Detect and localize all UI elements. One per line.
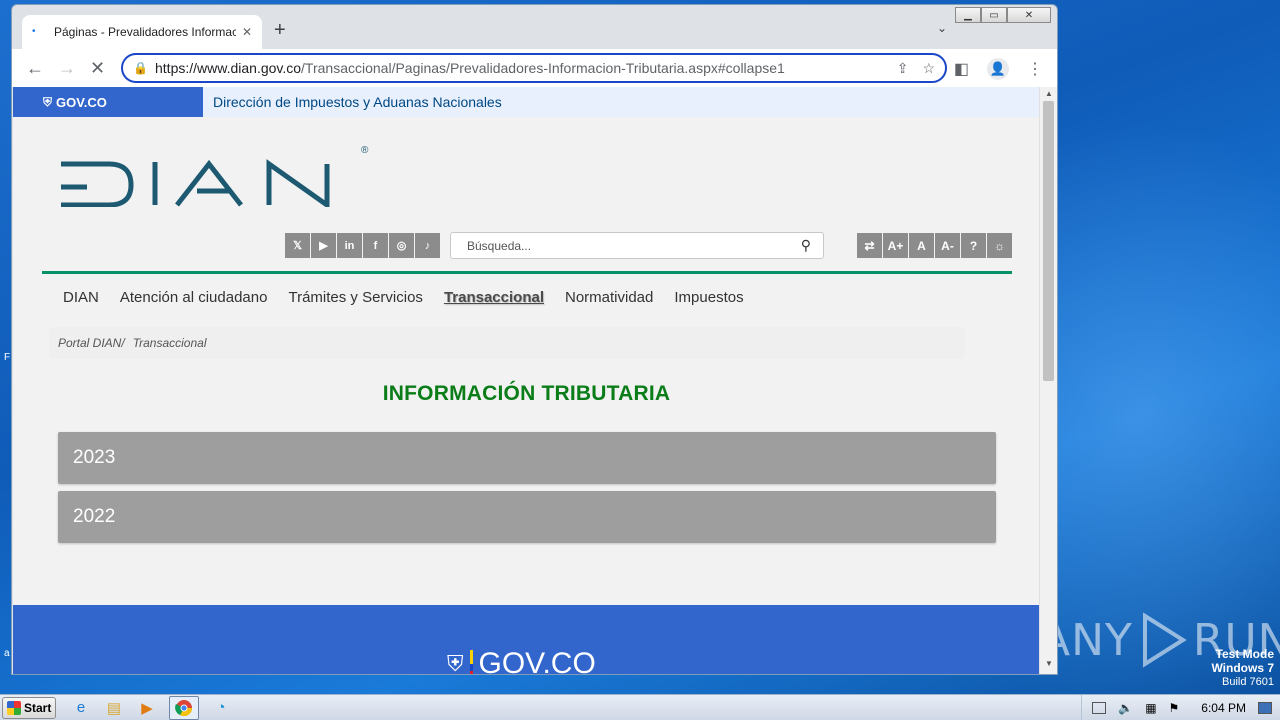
breadcrumb-portal[interactable]: Portal DIAN/ [58, 336, 125, 350]
nav-item-dian[interactable]: DIAN [63, 289, 99, 306]
font-decrease-button[interactable]: A- [935, 233, 960, 258]
desktop-icon-fragment: F [4, 352, 11, 363]
test-mode-line: Test Mode [1215, 647, 1274, 661]
instagram-icon[interactable]: ◎ [389, 233, 414, 258]
x-twitter-icon[interactable]: 𝕏 [285, 233, 310, 258]
nav-item-transaccional[interactable]: Transaccional [444, 289, 544, 306]
scroll-thumb[interactable] [1043, 101, 1054, 381]
footer: ⛨ GOV.CO [13, 605, 1040, 675]
lock-icon[interactable]: 🔒 [133, 61, 148, 75]
nav-item-atencion[interactable]: Atención al ciudadano [120, 289, 268, 306]
taskbar-pinned: e ▤ ▶ ◔ [70, 695, 232, 720]
footer-gov-logo[interactable]: ⛨ GOV.CO [447, 647, 596, 675]
facebook-icon[interactable]: f [363, 233, 388, 258]
media-player-icon[interactable]: ▶ [136, 697, 158, 719]
windows-logo-icon [7, 700, 21, 715]
gov-co-logo[interactable]: ⛨ GOV.CO [13, 87, 203, 117]
action-center-flag-icon[interactable]: ⚑ [1169, 701, 1180, 715]
maximize-button[interactable]: ▭ [981, 7, 1007, 23]
accessibility-tools: ⇄ A+ A A- ? ☼ [857, 233, 1012, 258]
registered-mark: ® [361, 145, 369, 156]
page-viewport: ⛨ GOV.CO Dirección de Impuestos y Aduana… [13, 87, 1040, 675]
back-icon[interactable]: ← [26, 58, 44, 79]
accordion-2022[interactable]: 2022 [58, 491, 996, 543]
nav-item-tramites[interactable]: Trámites y Servicios [288, 289, 422, 306]
font-increase-button[interactable]: A+ [883, 233, 908, 258]
loading-favicon-icon: • [32, 26, 36, 37]
edge-icon[interactable]: ◔ [210, 697, 232, 719]
nav-item-normatividad[interactable]: Normatividad [565, 289, 653, 306]
share-icon[interactable]: ⇪ [897, 60, 909, 77]
network-icon[interactable]: ▦ [1145, 701, 1156, 715]
flag-bar [469, 650, 473, 674]
dian-logo[interactable]: ® [59, 145, 368, 212]
tray-window-icon[interactable] [1092, 702, 1107, 714]
toolbar-right: ◧ 👤 ⋮ [954, 58, 1043, 80]
dian-wordmark-icon [61, 159, 330, 210]
internet-explorer-icon[interactable]: e [70, 697, 92, 719]
url-path: /Transaccional/Paginas/Prevalidadores-In… [301, 60, 785, 76]
help-icon[interactable]: ? [961, 233, 986, 258]
translate-icon[interactable]: ⇄ [857, 233, 882, 258]
build-line: Build 7601 [1222, 676, 1274, 688]
main-navigation: DIAN Atención al ciudadano Trámites y Se… [63, 289, 744, 306]
social-links: 𝕏 ▶ in f ◎ ♪ [285, 233, 440, 258]
new-tab-button[interactable]: + [274, 19, 286, 42]
nav-item-impuestos[interactable]: Impuestos [674, 289, 743, 306]
tiktok-icon[interactable]: ♪ [415, 233, 440, 258]
url-host: https://www.dian.gov.co [155, 60, 302, 76]
header-divider [42, 271, 1012, 274]
tab-title: Páginas - Prevalidadores Informacion [54, 25, 236, 39]
bookmark-star-icon[interactable]: ☆ [922, 60, 935, 77]
address-bar[interactable]: 🔒 https://www.dian.gov.co/Transaccional/… [121, 53, 947, 83]
colombia-shield-icon: ⛨ [447, 651, 464, 675]
show-desktop-icon[interactable] [1258, 702, 1272, 714]
breadcrumb-current: Transaccional [132, 336, 207, 350]
page-title: INFORMACIÓN TRIBUTARIA [382, 382, 671, 405]
breadcrumb: Portal DIAN/ Transaccional [49, 327, 965, 359]
taskbar: Start e ▤ ▶ ◔ 🔈 ▦ ⚑ 6:04 PM [0, 694, 1280, 720]
desktop-icon-fragment: a [4, 648, 10, 659]
browser-window: ▁ ▭ ✕ • Páginas - Prevalidadores Informa… [11, 4, 1058, 675]
tab-close-icon[interactable]: ✕ [242, 25, 252, 39]
search-placeholder: Búsqueda... [467, 238, 532, 253]
file-explorer-icon[interactable]: ▤ [103, 697, 125, 719]
gov-co-label: GOV.CO [56, 94, 107, 110]
side-panel-icon[interactable]: ◧ [954, 59, 969, 79]
chrome-icon[interactable] [169, 695, 199, 720]
youtube-icon[interactable]: ▶ [311, 233, 336, 258]
volume-icon[interactable]: 🔈 [1118, 701, 1133, 715]
tab-search-button[interactable]: ⌄ [937, 21, 947, 35]
gov-bar-entity: Dirección de Impuestos y Aduanas Naciona… [213, 94, 502, 110]
forward-icon[interactable]: → [58, 58, 76, 79]
site-search-input[interactable]: Búsqueda... ⚲ [450, 232, 824, 259]
browser-toolbar: ← → ✕ 🔒 https://www.dian.gov.co/Transacc… [12, 49, 1057, 87]
gov-top-bar: ⛨ GOV.CO Dirección de Impuestos y Aduana… [13, 87, 1040, 117]
system-tray: 🔈 ▦ ⚑ 6:04 PM [1081, 695, 1280, 720]
scroll-down-icon[interactable]: ▼ [1040, 659, 1057, 673]
clock[interactable]: 6:04 PM [1201, 701, 1246, 715]
close-window-button[interactable]: ✕ [1007, 7, 1051, 23]
window-controls: ▁ ▭ ✕ [955, 7, 1051, 23]
chrome-logo-icon [175, 699, 193, 716]
start-label: Start [24, 700, 52, 715]
windows-version-line: Windows 7 [1211, 661, 1274, 675]
test-mode-notice: Test Mode Windows 7 Build 7601 [1211, 647, 1274, 689]
accordion-2023[interactable]: 2023 [58, 432, 996, 484]
page-scrollbar[interactable]: ▲ ▼ [1039, 87, 1057, 674]
stop-loading-icon[interactable]: ✕ [90, 58, 105, 79]
start-button[interactable]: Start [2, 696, 56, 719]
colombia-shield-icon: ⛨ [43, 94, 53, 109]
linkedin-icon[interactable]: in [337, 233, 362, 258]
font-reset-button[interactable]: A [909, 233, 934, 258]
footer-gov-label: GOV.CO [478, 647, 596, 675]
browser-tab[interactable]: • Páginas - Prevalidadores Informacion ✕ [22, 15, 262, 49]
search-icon[interactable]: ⚲ [801, 237, 811, 254]
profile-avatar-icon[interactable]: 👤 [987, 58, 1009, 80]
play-logo-icon [1142, 612, 1187, 668]
contrast-icon[interactable]: ☼ [987, 233, 1012, 258]
url-text[interactable]: https://www.dian.gov.co/Transaccional/Pa… [155, 60, 883, 76]
menu-kebab-icon[interactable]: ⋮ [1027, 59, 1043, 79]
minimize-button[interactable]: ▁ [955, 7, 981, 23]
